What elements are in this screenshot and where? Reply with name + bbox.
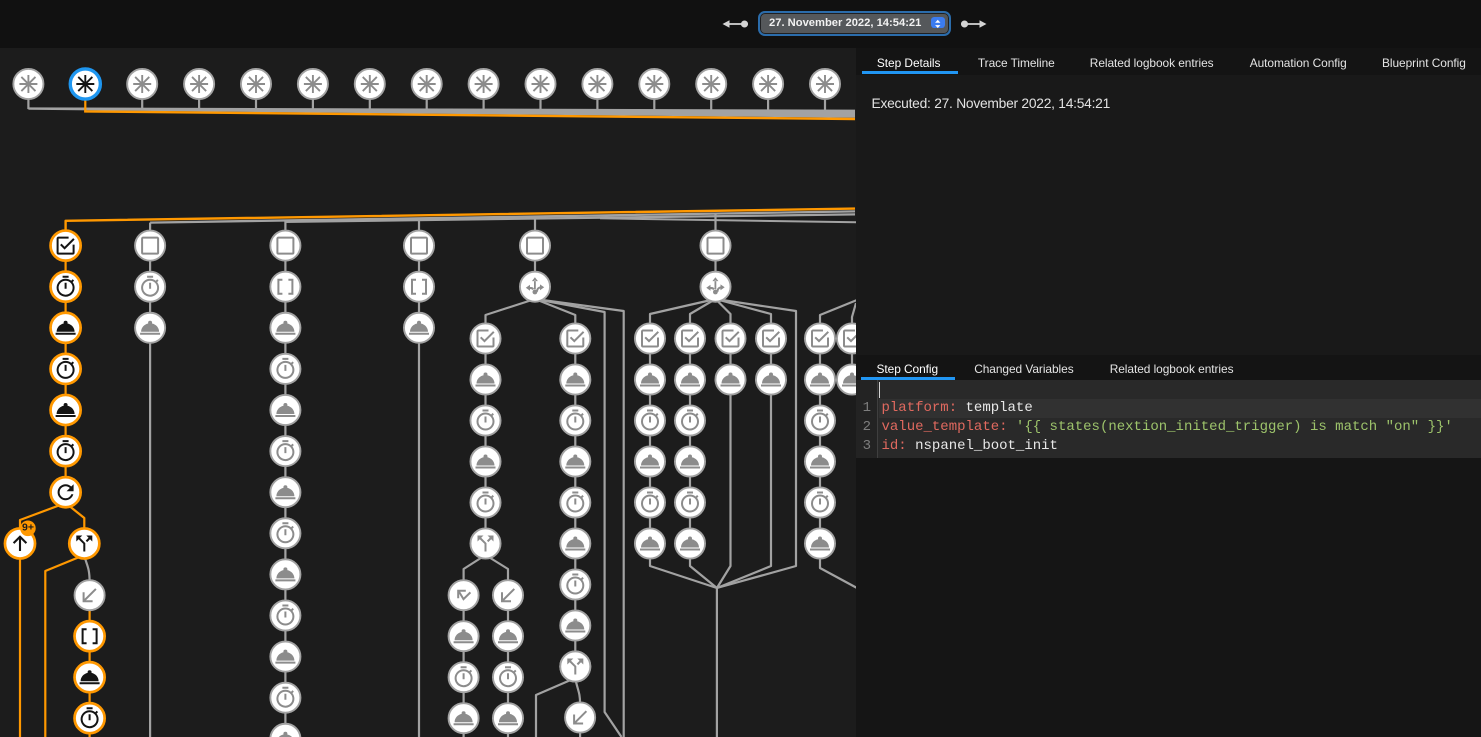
svg-text:9+: 9+ <box>22 522 34 534</box>
